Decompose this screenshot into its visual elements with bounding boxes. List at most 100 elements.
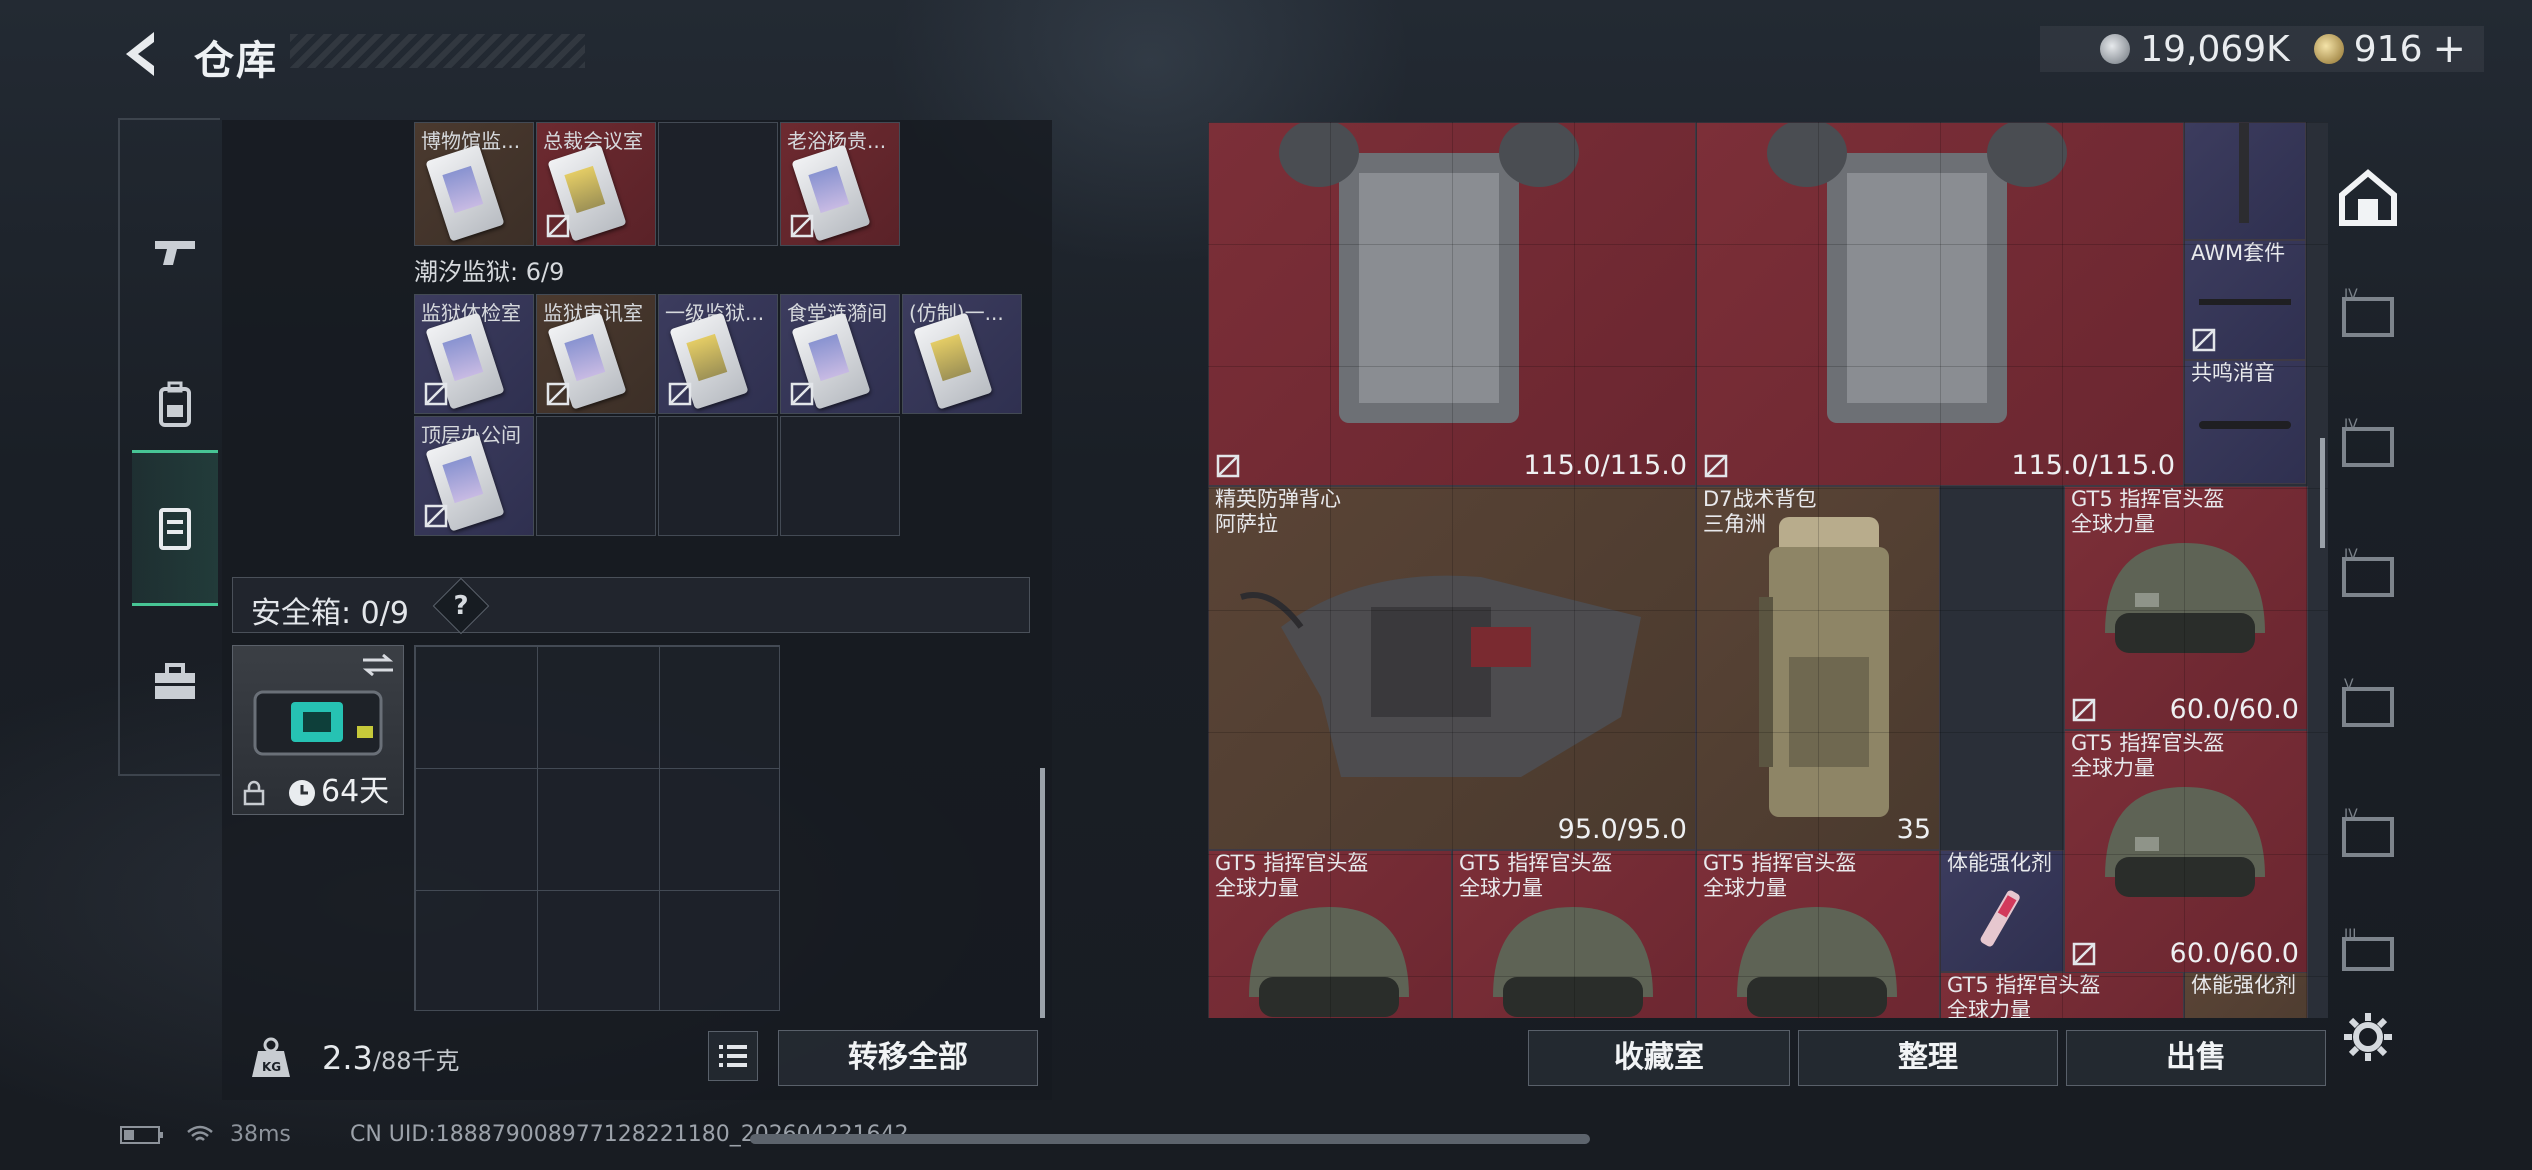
item-durability: 115.0/115.0 [1523,450,1687,481]
item-durability: 60.0/60.0 [2169,938,2299,969]
no-trade-icon [424,504,448,528]
item-name: GT5 指挥官头盔 全球力量 [1215,851,1369,900]
currency-display: 19,069K 916 + [2040,26,2484,72]
item-stim[interactable]: 体能强化剂 [1940,850,2064,972]
sidebar-item-toolbox[interactable] [132,608,218,758]
item-name: GT5 指挥官头盔 全球力量 [1703,851,1857,900]
settings-gear-icon[interactable] [2336,1005,2400,1069]
lock-icon [243,780,265,806]
item-helmet[interactable]: GT5 指挥官头盔 全球力量 [1940,972,2184,1018]
item-backpack[interactable]: D7战术背包 三角洲 35 [1696,486,1940,850]
toolbox-icon [155,663,195,699]
warehouse-tabs: IV IV IV V IV III [2324,125,2412,1075]
no-trade-icon [668,382,692,406]
item-name: GT5 指挥官头盔 全球力量 [1459,851,1613,900]
category-sidebar [118,118,220,776]
keycard-slot[interactable]: 顶层办公间 [414,416,534,536]
swap-icon[interactable] [361,654,395,676]
keycard-slot[interactable]: 监狱审讯室 [536,294,656,414]
storage-scrollbar[interactable] [1040,768,1045,1018]
item-helmet[interactable]: GT5 指挥官头盔 全球力量 [1208,850,1452,1018]
storage-tab-icon[interactable]: IV [2336,415,2400,479]
section-title: 潮汐监狱: 6/9 [414,258,565,286]
attachment-icon [2239,123,2249,223]
item-awm-kit[interactable]: AWM套件 [2184,240,2306,360]
item-durability: 115.0/115.0 [2011,450,2175,481]
safe-days-remaining: 64天 [321,774,390,809]
empty-slot[interactable] [658,122,778,246]
list-icon [719,1045,747,1067]
weight-max: /88千克 [372,1047,460,1075]
sell-button[interactable]: 出售 [2066,1030,2326,1086]
transfer-all-button[interactable]: 转移全部 [778,1030,1038,1086]
question-icon: ? [453,591,469,621]
item-vest[interactable]: 115.0/115.0 [1208,122,1696,486]
item-name: 体能强化剂 [2191,973,2296,997]
safe-box-item[interactable]: 64天 [232,645,404,815]
no-trade-icon [546,214,570,238]
title-decoration [290,34,585,68]
svg-text:IV: IV [2344,287,2358,303]
item-helmet[interactable]: GT5 指挥官头盔 全球力量 [1452,850,1696,1018]
keycard-slot[interactable]: (仿制)一... [902,294,1022,414]
tab-scrollbar[interactable] [2320,438,2325,548]
empty-slot[interactable] [780,416,900,536]
vest-icon [159,508,191,550]
back-button[interactable] [118,26,162,82]
storage-tab-icon[interactable]: IV [2336,805,2400,869]
item-vest[interactable]: 115.0/115.0 [1696,122,2184,486]
wifi-icon [187,1125,213,1141]
item-helmet[interactable]: GT5 指挥官头盔 全球力量 60.0/60.0 [2064,486,2308,730]
keycard-slot[interactable]: 博物馆监... [414,122,534,246]
storage-tab-icon[interactable]: III [2336,925,2400,989]
chevron-left-icon [126,32,154,76]
keycard-slot[interactable]: 总裁会议室 [536,122,656,246]
silver-amount: 19,069K [2140,28,2290,70]
keycard-slot[interactable]: 一级监狱... [658,294,778,414]
no-trade-icon [546,382,570,406]
storage-tab-icon[interactable]: V [2336,675,2400,739]
item-elite-vest[interactable]: 精英防弹背心 阿萨拉 95.0/95.0 [1208,486,1696,850]
kit-icon [2199,299,2291,305]
gold-amount: 916 [2353,28,2423,70]
weight-current: 2.3 [322,1039,373,1077]
keycard-slot[interactable]: 老浴杨贵... [780,122,900,246]
no-trade-icon [790,382,814,406]
helmet-icon [1493,907,1653,1017]
item-suppressor[interactable]: 共鸣消音 [2184,360,2306,484]
sidebar-item-weapons[interactable] [132,178,218,328]
collection-room-button[interactable]: 收藏室 [1528,1030,1790,1086]
battery-icon [120,1126,163,1144]
help-button[interactable]: ? [432,577,490,635]
helmet-icon [1249,907,1409,1017]
gold-coin-icon [2313,34,2344,64]
keycard-slot[interactable]: 食堂涟漪间 [780,294,900,414]
empty-slot[interactable] [536,416,656,536]
home-indicator[interactable] [750,1134,1590,1144]
sidebar-item-warehouse[interactable] [132,450,218,606]
warehouse-icon[interactable] [2336,165,2400,229]
svg-text:IV: IV [2344,547,2358,563]
svg-text:V: V [2344,677,2354,693]
armor-vest-icon [1240,575,1641,777]
keycard-icon [913,312,993,410]
keycard-slot[interactable]: 监狱体检室 [414,294,534,414]
list-view-button[interactable] [708,1031,758,1081]
armor-vest-icon [1767,123,2067,423]
empty-slot[interactable] [658,416,778,536]
ping-text: 38ms [230,1122,291,1147]
gun-icon [155,241,195,265]
sort-button[interactable]: 整理 [1798,1030,2058,1086]
storage-tab-icon[interactable]: IV [2336,285,2400,349]
storage-footer: KG 2.3/88千克 转移全部 [230,1025,1050,1093]
item-attachment[interactable] [2184,122,2306,240]
no-trade-icon [1216,454,1240,478]
item-name: GT5 指挥官头盔 全球力量 [2071,731,2225,780]
item-helmet[interactable]: GT5 指挥官头盔 全球力量 60.0/60.0 [2064,730,2308,974]
add-currency-button[interactable]: + [2432,26,2466,72]
item-name: AWM套件 [2191,241,2286,265]
item-stim[interactable]: 体能强化剂 [2184,972,2308,1018]
item-helmet[interactable]: GT5 指挥官头盔 全球力量 [1696,850,1940,1018]
safe-box-grid[interactable] [414,645,780,1011]
storage-tab-icon[interactable]: IV [2336,545,2400,609]
